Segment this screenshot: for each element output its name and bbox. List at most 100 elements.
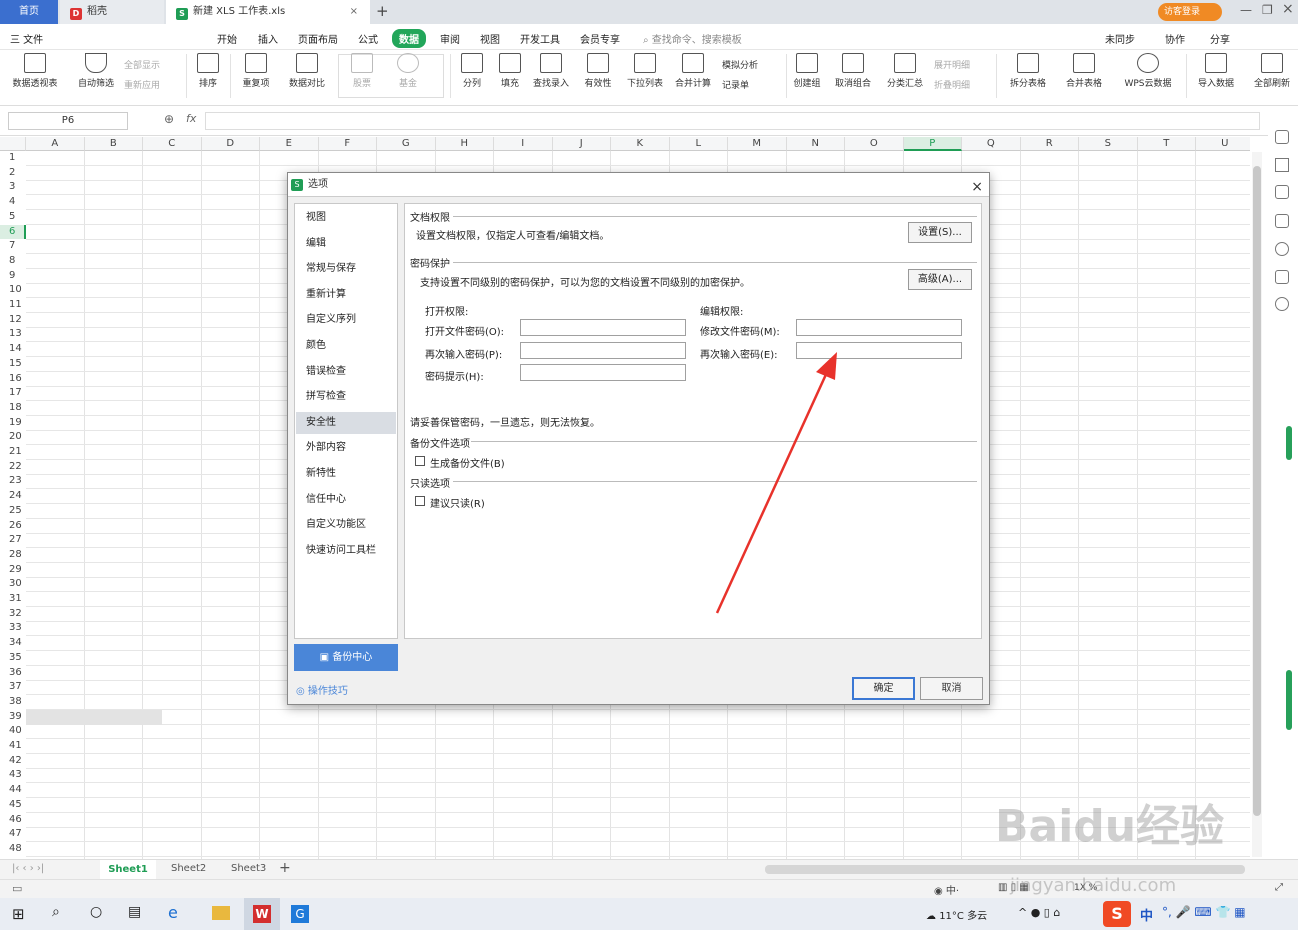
- refresh-all-button[interactable]: 全部刷新: [1248, 53, 1296, 89]
- options-nav-item[interactable]: 拼写检查: [296, 386, 396, 408]
- ungroup-button[interactable]: 取消组合: [828, 53, 878, 89]
- dropdown-list-button[interactable]: 下拉列表: [624, 53, 666, 89]
- row-header[interactable]: 38: [0, 695, 26, 710]
- row-header[interactable]: 39: [0, 710, 26, 725]
- options-nav-item[interactable]: 颜色: [296, 335, 396, 357]
- column-header[interactable]: G: [377, 137, 436, 151]
- row-header[interactable]: 30: [0, 577, 26, 592]
- column-header[interactable]: J: [552, 137, 611, 151]
- column-header[interactable]: T: [1137, 137, 1196, 151]
- horizontal-scrollbar[interactable]: [765, 865, 1245, 874]
- search-icon[interactable]: ⌕: [52, 904, 60, 920]
- advanced-button[interactable]: 高级(A)...: [908, 269, 972, 290]
- column-header[interactable]: L: [669, 137, 728, 151]
- row-header[interactable]: 12: [0, 313, 26, 328]
- wps-cloud-data-button[interactable]: WPS云数据: [1116, 53, 1180, 89]
- import-data-button[interactable]: 导入数据: [1192, 53, 1240, 89]
- guest-login-button[interactable]: 访客登录: [1158, 3, 1222, 21]
- row-header[interactable]: 15: [0, 357, 26, 372]
- row-header[interactable]: 32: [0, 607, 26, 622]
- menu-insert[interactable]: 插入: [258, 31, 278, 46]
- settings-sliders-icon[interactable]: [1275, 185, 1289, 199]
- column-header[interactable]: Q: [962, 137, 1021, 151]
- split-column-button[interactable]: 分列: [456, 53, 488, 89]
- row-header[interactable]: 23: [0, 474, 26, 489]
- row-header[interactable]: 40: [0, 724, 26, 739]
- help-icon[interactable]: [1275, 242, 1289, 256]
- zoom-search-icon[interactable]: ⊕: [164, 112, 174, 126]
- collapse-detail-button[interactable]: 折叠明细: [934, 78, 970, 91]
- row-header[interactable]: 22: [0, 460, 26, 475]
- search-commands[interactable]: ⌕ 查找命令、搜索模板: [643, 31, 742, 46]
- tab-docer[interactable]: D 稻壳: [60, 0, 164, 24]
- subtotal-button[interactable]: 分类汇总: [884, 53, 926, 89]
- row-header[interactable]: 18: [0, 401, 26, 416]
- selected-range[interactable]: [26, 709, 162, 725]
- row-header[interactable]: 28: [0, 548, 26, 563]
- validity-button[interactable]: 有效性: [578, 53, 618, 89]
- column-header[interactable]: M: [728, 137, 787, 151]
- menu-data[interactable]: 数据: [392, 29, 426, 48]
- row-header[interactable]: 45: [0, 798, 26, 813]
- row-header[interactable]: 6: [0, 224, 26, 240]
- fund-button[interactable]: 基金: [390, 53, 426, 89]
- open-password-repeat-input[interactable]: [520, 342, 686, 359]
- row-header[interactable]: 46: [0, 813, 26, 828]
- options-nav-item[interactable]: 外部内容: [296, 437, 396, 459]
- app-g-icon[interactable]: G: [291, 905, 309, 923]
- ime-mode[interactable]: 中: [1140, 905, 1153, 924]
- row-header[interactable]: 4: [0, 195, 26, 210]
- wps-taskbar-button[interactable]: W: [244, 898, 280, 930]
- row-header[interactable]: 29: [0, 563, 26, 578]
- select-all-corner[interactable]: [0, 137, 26, 151]
- row-header[interactable]: 14: [0, 342, 26, 357]
- column-header[interactable]: I: [494, 137, 553, 151]
- column-header[interactable]: S: [1079, 137, 1138, 151]
- row-header[interactable]: 17: [0, 386, 26, 401]
- create-group-button[interactable]: 创建组: [790, 53, 824, 89]
- task-view-icon[interactable]: ▤: [128, 904, 141, 920]
- tray-icons[interactable]: ^ ● ▯ ⌂: [1018, 906, 1060, 919]
- column-header[interactable]: H: [435, 137, 494, 151]
- menu-start[interactable]: 开始: [217, 31, 237, 46]
- lookup-entry-button[interactable]: 查找录入: [530, 53, 572, 89]
- row-header[interactable]: 47: [0, 827, 26, 842]
- row-header[interactable]: 24: [0, 489, 26, 504]
- name-box[interactable]: P6: [8, 112, 128, 130]
- column-header[interactable]: P: [903, 137, 962, 151]
- show-all-button[interactable]: 全部显示: [124, 58, 160, 71]
- row-header[interactable]: 8: [0, 254, 26, 269]
- add-sheet-icon[interactable]: +: [279, 860, 291, 876]
- fx-icon[interactable]: fx: [186, 112, 196, 125]
- row-header[interactable]: 37: [0, 680, 26, 695]
- data-compare-button[interactable]: 数据对比: [284, 53, 330, 89]
- row-header[interactable]: 43: [0, 768, 26, 783]
- row-header[interactable]: 9: [0, 269, 26, 284]
- close-tab-icon[interactable]: ×: [350, 0, 358, 24]
- row-header[interactable]: 2: [0, 166, 26, 181]
- scroll-indicator[interactable]: [1286, 426, 1292, 460]
- split-table-button[interactable]: 拆分表格: [1002, 53, 1054, 89]
- menu-file[interactable]: 三 文件: [10, 31, 43, 46]
- menu-vip[interactable]: 会员专享: [580, 31, 620, 46]
- row-header[interactable]: 44: [0, 783, 26, 798]
- sheet-nav-arrows[interactable]: |‹ ‹ › ›|: [12, 863, 44, 874]
- menu-view[interactable]: 视图: [480, 31, 500, 46]
- row-header[interactable]: 31: [0, 592, 26, 607]
- options-nav-item[interactable]: 快速访问工具栏: [296, 540, 396, 562]
- weather-widget[interactable]: ☁ 11°C 多云: [926, 907, 987, 922]
- row-header[interactable]: 5: [0, 210, 26, 225]
- row-header[interactable]: 19: [0, 416, 26, 431]
- column-header[interactable]: B: [84, 137, 143, 151]
- row-header[interactable]: 21: [0, 445, 26, 460]
- record-form-button[interactable]: 记录单: [722, 78, 749, 91]
- pivot-table-button[interactable]: 数据透视表: [8, 53, 62, 89]
- expand-detail-button[interactable]: 展开明细: [934, 58, 970, 71]
- column-header[interactable]: R: [1020, 137, 1079, 151]
- fill-button[interactable]: 填充: [494, 53, 526, 89]
- row-header[interactable]: 34: [0, 636, 26, 651]
- row-header[interactable]: 10: [0, 283, 26, 298]
- row-header[interactable]: 26: [0, 519, 26, 534]
- menu-dev[interactable]: 开发工具: [520, 31, 560, 46]
- column-header[interactable]: K: [611, 137, 670, 151]
